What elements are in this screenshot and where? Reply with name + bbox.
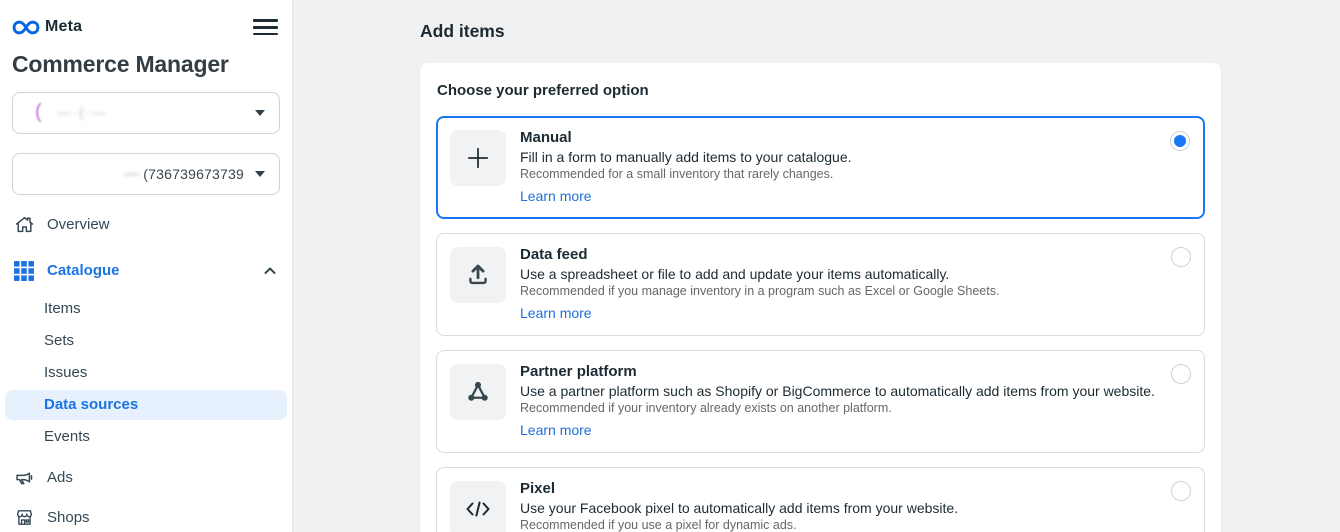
sidebar-header: Meta bbox=[0, 0, 292, 42]
sidebar-item-overview[interactable]: Overview bbox=[0, 205, 292, 245]
meta-logo-icon bbox=[12, 18, 40, 37]
sidebar-item-events[interactable]: Events bbox=[0, 421, 292, 453]
business-selector[interactable]: ( —·(·— bbox=[12, 92, 280, 134]
code-icon bbox=[450, 481, 506, 532]
sidebar-item-label: Overview bbox=[47, 216, 110, 233]
option-pixel[interactable]: Pixel Use your Facebook pixel to automat… bbox=[436, 467, 1205, 532]
option-text: Pixel Use your Facebook pixel to automat… bbox=[520, 479, 958, 532]
sidebar-item-label: Sets bbox=[44, 332, 74, 349]
redacted-smudge: —· bbox=[124, 166, 141, 181]
main-content: Add items Choose your preferred option M… bbox=[293, 0, 1340, 532]
sidebar-item-sets[interactable]: Sets bbox=[0, 325, 292, 357]
redacted-business-name: ( bbox=[35, 101, 42, 124]
learn-more-link[interactable]: Learn more bbox=[520, 304, 592, 322]
radio-data-feed[interactable] bbox=[1171, 247, 1191, 267]
hamburger-menu-icon[interactable] bbox=[253, 13, 278, 42]
sidebar-item-label: Ads bbox=[47, 469, 73, 486]
card-title: Choose your preferred option bbox=[437, 82, 1205, 99]
option-description: Use a spreadsheet or file to add and upd… bbox=[520, 265, 999, 283]
sidebar: Meta Commerce Manager ( —·(·— —· (736739… bbox=[0, 0, 293, 532]
option-recommendation: Recommended for a small inventory that r… bbox=[520, 166, 852, 182]
option-data-feed[interactable]: Data feed Use a spreadsheet or file to a… bbox=[436, 233, 1205, 336]
learn-more-link[interactable]: Learn more bbox=[520, 187, 592, 205]
chevron-down-icon bbox=[255, 110, 265, 116]
meta-brand: Meta bbox=[12, 18, 82, 37]
sidebar-item-items[interactable]: Items bbox=[0, 293, 292, 325]
option-text: Partner platform Use a partner platform … bbox=[520, 362, 1155, 440]
sidebar-item-catalogue[interactable]: Catalogue bbox=[0, 251, 292, 291]
option-manual[interactable]: Manual Fill in a form to manually add it… bbox=[436, 116, 1205, 219]
chevron-down-icon bbox=[255, 171, 265, 177]
sidebar-item-data-sources[interactable]: Data sources bbox=[5, 390, 287, 420]
sidebar-item-label: Data sources bbox=[44, 396, 138, 413]
storefront-icon bbox=[13, 507, 35, 529]
brand-name: Meta bbox=[45, 18, 82, 36]
grid-icon bbox=[13, 260, 35, 282]
option-text: Data feed Use a spreadsheet or file to a… bbox=[520, 245, 999, 323]
radio-pixel[interactable] bbox=[1171, 481, 1191, 501]
option-partner-platform[interactable]: Partner platform Use a partner platform … bbox=[436, 350, 1205, 453]
option-description: Use your Facebook pixel to automatically… bbox=[520, 499, 958, 517]
sidebar-item-label: Shops bbox=[47, 509, 90, 526]
network-icon bbox=[450, 364, 506, 420]
upload-icon bbox=[450, 247, 506, 303]
option-title: Data feed bbox=[520, 245, 999, 264]
sidebar-item-ads[interactable]: Ads bbox=[0, 458, 292, 498]
page-title: Add items bbox=[420, 21, 1340, 42]
catalogue-selector[interactable]: —· (736739673739 bbox=[12, 153, 280, 195]
radio-partner-platform[interactable] bbox=[1171, 364, 1191, 384]
app-title: Commerce Manager bbox=[12, 51, 292, 78]
catalogue-submenu: Items Sets Issues Data sources Events bbox=[0, 293, 292, 453]
catalogue-id-value: (736739673739 bbox=[143, 166, 244, 182]
sidebar-nav: Overview Catalogue bbox=[0, 205, 292, 532]
learn-more-link[interactable]: Learn more bbox=[520, 421, 592, 439]
sidebar-item-issues[interactable]: Issues bbox=[0, 357, 292, 389]
home-icon bbox=[13, 214, 35, 236]
sidebar-item-shops[interactable]: Shops bbox=[0, 498, 292, 532]
plus-icon bbox=[450, 130, 506, 186]
option-recommendation: Recommended if you manage inventory in a… bbox=[520, 283, 999, 299]
redacted-smudge: —·(·— bbox=[58, 105, 107, 120]
options-card: Choose your preferred option Manual Fill… bbox=[420, 63, 1221, 532]
option-description: Use a partner platform such as Shopify o… bbox=[520, 382, 1155, 400]
commerce-manager-app: Meta Commerce Manager ( —·(·— —· (736739… bbox=[0, 0, 1340, 532]
option-description: Fill in a form to manually add items to … bbox=[520, 148, 852, 166]
sidebar-item-label: Events bbox=[44, 428, 90, 445]
option-text: Manual Fill in a form to manually add it… bbox=[520, 128, 852, 206]
radio-manual[interactable] bbox=[1170, 131, 1190, 151]
option-title: Pixel bbox=[520, 479, 958, 498]
megaphone-icon bbox=[13, 467, 35, 489]
option-recommendation: Recommended if your inventory already ex… bbox=[520, 400, 1155, 416]
sidebar-item-label: Catalogue bbox=[47, 262, 120, 279]
option-title: Partner platform bbox=[520, 362, 1155, 381]
option-recommendation: Recommended if you use a pixel for dynam… bbox=[520, 517, 958, 532]
sidebar-item-label: Items bbox=[44, 300, 81, 317]
sidebar-item-label: Issues bbox=[44, 364, 87, 381]
chevron-up-icon bbox=[262, 263, 278, 279]
option-title: Manual bbox=[520, 128, 852, 147]
